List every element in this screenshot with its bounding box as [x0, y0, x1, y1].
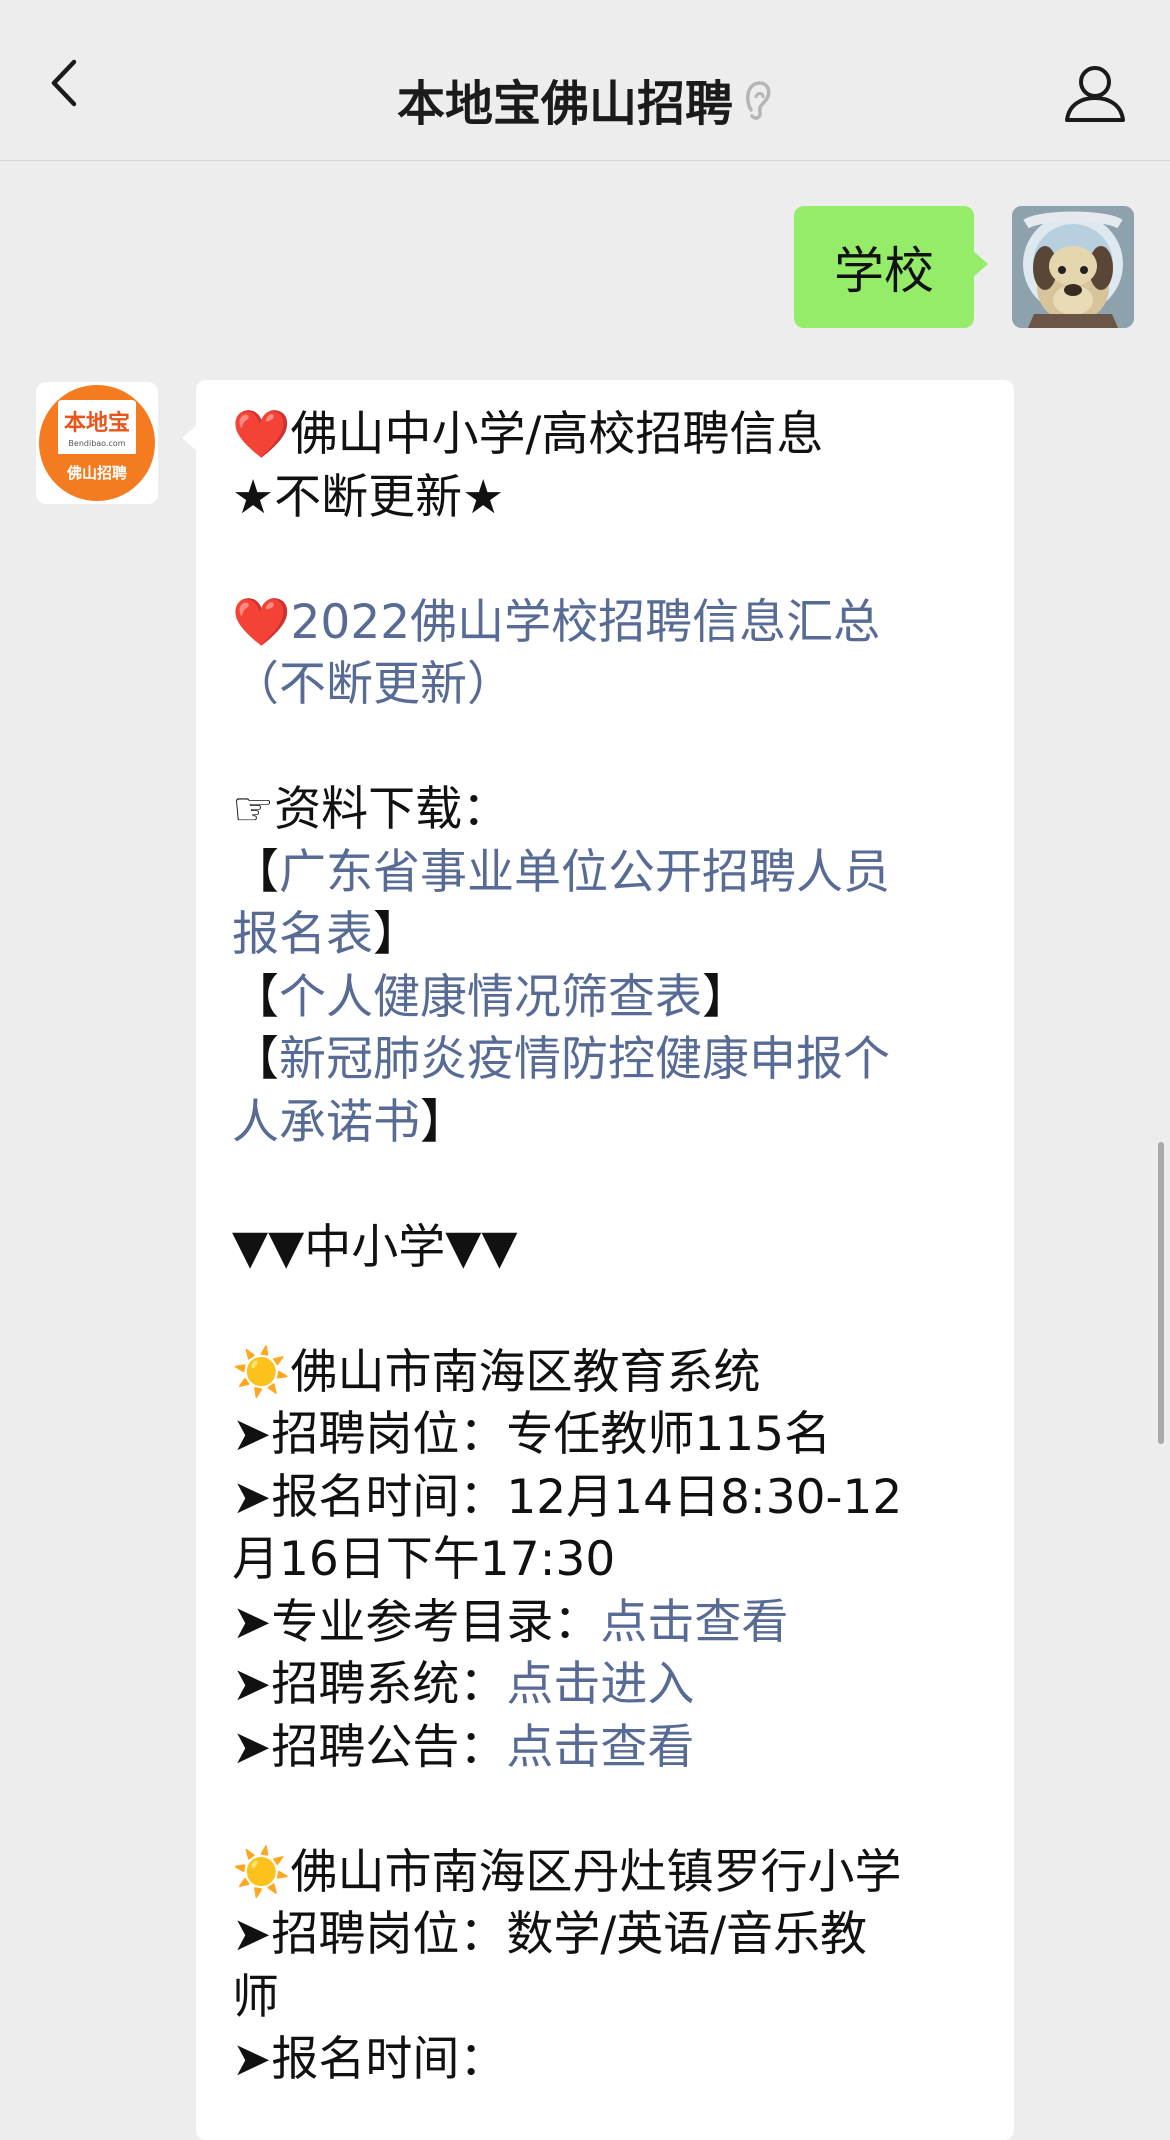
system-link[interactable]: 点击进入 — [506, 1657, 694, 1712]
school-1-name: ☀️佛山市南海区教育系统 — [232, 1344, 761, 1400]
scrollbar[interactable] — [1158, 1142, 1164, 1444]
school-1-time: ➤报名时间：12月14日8:30-12 — [232, 1469, 903, 1525]
school-1-system: ➤招聘系统：点击进入 — [232, 1654, 988, 1717]
catalog-link[interactable]: 点击查看 — [600, 1595, 788, 1650]
ear-icon — [743, 78, 773, 136]
bracket-close: 】 — [373, 907, 420, 962]
logo-text-sub: 佛山招聘 — [66, 464, 127, 482]
summary-line: ❤️2022佛山学校招聘信息汇总 — [232, 592, 988, 655]
download-item-1: 【广东省事业单位公开招聘人员 — [232, 842, 988, 905]
user-avatar[interactable] — [1012, 206, 1134, 328]
official-account-avatar[interactable]: 本地宝 Bendibao.com 佛山招聘 — [36, 382, 158, 504]
download-item-1-continued: 报名表】 — [232, 904, 988, 967]
bracket-open: 【 — [232, 969, 279, 1025]
outgoing-message-text: 学校 — [834, 242, 934, 300]
chat-profile-button[interactable] — [1064, 62, 1126, 124]
section-primary-heading: ▼▼中小学▼▼ — [232, 1219, 518, 1275]
message-subtitle-line: ★不断更新★ — [232, 469, 505, 525]
system-label: ➤招聘系统： — [232, 1657, 507, 1712]
bracket-close: 】 — [420, 1094, 467, 1150]
download-item-2: 【个人健康情况筛查表】 — [232, 967, 988, 1030]
school-1-positions: ➤招聘岗位：专任教师115名 — [232, 1407, 832, 1462]
school-2-positions: ➤招聘岗位：数学/英语/音乐教 — [232, 1907, 868, 1962]
school-1-notice: ➤招聘公告：点击查看 — [232, 1717, 988, 1780]
notice-link[interactable]: 点击查看 — [506, 1720, 694, 1775]
download-link-registration-form[interactable]: 广东省事业单位公开招聘人员 — [279, 845, 890, 900]
download-link-registration-form-cont[interactable]: 报名表 — [232, 907, 373, 962]
school-1-catalog: ➤专业参考目录：点击查看 — [232, 1592, 988, 1655]
logo-text-domain: Bendibao.com — [68, 439, 125, 448]
school-2-positions-continued: 师 — [232, 1969, 279, 2025]
incoming-message-bubble[interactable]: ❤️佛山中小学/高校招聘信息 ★不断更新★ ❤️2022佛山学校招聘信息汇总 （… — [182, 380, 1014, 2140]
download-link-health-screening[interactable]: 个人健康情况筛查表 — [279, 970, 702, 1025]
download-link-covid-pledge-cont[interactable]: 人承诺书 — [232, 1095, 420, 1150]
downloads-label: ☞资料下载： — [232, 782, 510, 837]
download-link-covid-pledge[interactable]: 新冠肺炎疫情防控健康申报个 — [279, 1032, 890, 1087]
dog-plush-image — [1012, 206, 1134, 328]
outgoing-message-bubble[interactable]: 学校 — [794, 206, 988, 328]
bracket-open: 【 — [232, 844, 279, 900]
catalog-label: ➤专业参考目录： — [232, 1594, 601, 1650]
download-item-3-continued: 人承诺书】 — [232, 1092, 988, 1155]
school-1-time-continued: 月16日下午17:30 — [232, 1532, 616, 1587]
heart-icon: ❤️ — [232, 594, 291, 650]
chat-title: 本地宝佛山招聘 — [396, 76, 733, 132]
school-2-name: ☀️佛山市南海区丹灶镇罗行小学 — [232, 1844, 902, 1900]
notice-label: ➤招聘公告： — [232, 1719, 507, 1775]
bendibao-logo: 本地宝 Bendibao.com 佛山招聘 — [39, 385, 155, 501]
message-content: ❤️佛山中小学/高校招聘信息 ★不断更新★ ❤️2022佛山学校招聘信息汇总 （… — [232, 404, 988, 2092]
logo-text-main: 本地宝 — [64, 410, 130, 436]
chat-header: 本地宝佛山招聘 — [0, 0, 1170, 161]
school-2-time: ➤报名时间： — [232, 2032, 507, 2087]
chat-title-wrap: 本地宝佛山招聘 — [0, 64, 1170, 136]
bracket-close: 】 — [702, 969, 749, 1025]
message-title-line: ❤️佛山中小学/高校招聘信息 — [232, 407, 824, 462]
summary-link-continued[interactable]: （不断更新） — [232, 654, 988, 717]
bracket-open: 【 — [232, 1032, 279, 1087]
summary-link[interactable]: 2022佛山学校招聘信息汇总 — [291, 595, 881, 650]
download-item-3: 【新冠肺炎疫情防控健康申报个 — [232, 1029, 988, 1092]
person-icon — [1065, 66, 1125, 122]
